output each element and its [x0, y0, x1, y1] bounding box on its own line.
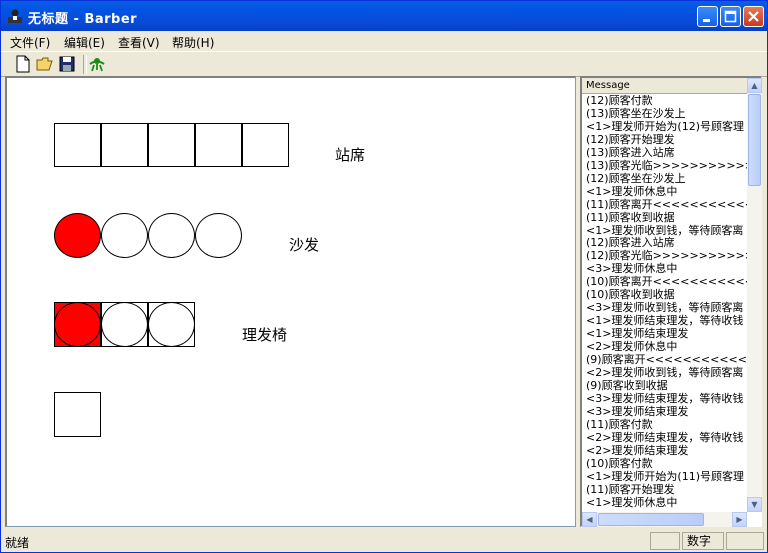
- message-line: (12)顾客坐在沙发上: [586, 171, 686, 185]
- window-title: 无标题 - Barber: [28, 12, 138, 27]
- standing-slot: [195, 123, 242, 167]
- barber-chair-label: 理发椅: [242, 326, 288, 344]
- cash-register-box: [54, 392, 101, 437]
- menu-file[interactable]: 文件(F): [10, 34, 50, 51]
- status-pane-empty: [650, 532, 680, 550]
- horizontal-scroll-thumb[interactable]: [598, 513, 704, 526]
- app-window: 无标题 - Barber 文件(F) 编辑(E) 查看(V) 帮助(H) 站席 …: [0, 0, 768, 553]
- standing-label: 站席: [335, 146, 366, 164]
- message-line: (9)顾客收到收据: [586, 378, 668, 392]
- empty-chair-seat: [101, 302, 148, 347]
- sofa-label: 沙发: [289, 236, 320, 254]
- scroll-up-icon[interactable]: ▲: [747, 78, 762, 93]
- message-line: (11)顾客付款: [586, 417, 653, 431]
- minimize-button[interactable]: [697, 6, 718, 27]
- scroll-left-icon[interactable]: ◀: [582, 512, 597, 527]
- status-num-indicator: 数字: [682, 532, 724, 550]
- message-panel: Message (12)顾客付款 (13)顾客坐在沙发上 <1>理发师开始为(12)…: [580, 76, 762, 527]
- status-bar: 就绪 数字: [1, 530, 767, 552]
- scroll-down-icon[interactable]: ▼: [747, 497, 762, 512]
- barber-app-icon: [8, 9, 22, 23]
- empty-chair-seat: [148, 302, 195, 347]
- sofa-seat-occupied: [54, 213, 101, 258]
- title-bar[interactable]: 无标题 - Barber: [1, 1, 767, 31]
- message-header: Message: [582, 78, 751, 94]
- close-icon: [748, 11, 759, 22]
- standing-slot: [54, 123, 101, 167]
- standing-slot: [148, 123, 195, 167]
- message-line: (13)顾客进入站席: [586, 145, 675, 159]
- barber-shop-canvas: 站席 沙发 理发椅: [5, 76, 576, 527]
- message-line: <2>理发师结束理发: [586, 443, 689, 457]
- menu-bar: 文件(F) 编辑(E) 查看(V) 帮助(H): [1, 31, 767, 51]
- toolbar: [1, 51, 767, 77]
- maximize-icon: [724, 10, 737, 23]
- scroll-right-icon[interactable]: ▶: [732, 512, 747, 527]
- open-folder-icon[interactable]: [36, 55, 54, 73]
- barber-chair: [101, 302, 148, 347]
- message-line: (11)顾客收到收据: [586, 210, 675, 224]
- message-list[interactable]: (12)顾客付款 (13)顾客坐在沙发上 <1>理发师开始为(12)号顾客理 (12)…: [586, 95, 748, 509]
- save-icon[interactable]: [58, 55, 76, 73]
- sofa-seat: [195, 213, 242, 258]
- standing-slot: [101, 123, 148, 167]
- minimize-icon: [703, 19, 710, 22]
- customer-in-chair: [54, 302, 101, 347]
- message-line: <3>理发师结束理发，等待收钱: [586, 391, 744, 405]
- status-text: 就绪: [5, 536, 30, 550]
- barber-chair: [148, 302, 195, 347]
- message-line: <1>理发师开始为(11)号顾客理: [586, 469, 745, 483]
- vertical-scroll-thumb[interactable]: [748, 94, 761, 186]
- toolbar-separator: [83, 55, 87, 74]
- message-line: (13)顾客坐在沙发上: [586, 106, 686, 120]
- standing-slot: [242, 123, 289, 167]
- message-line: (11)顾客离开<<<<<<<<<<<<: [586, 197, 748, 211]
- message-line: (10)顾客付款: [586, 456, 653, 470]
- message-line: <2>理发师结束理发，等待收钱: [586, 430, 744, 444]
- message-line: (12)顾客付款: [586, 95, 653, 107]
- message-line: (12)顾客开始理发: [586, 132, 675, 146]
- sofa-seat: [148, 213, 195, 258]
- message-line: (11)顾客开始理发: [586, 482, 675, 496]
- barber-run-icon[interactable]: [88, 55, 106, 73]
- horizontal-scrollbar[interactable]: ◀ ▶: [582, 512, 747, 527]
- menu-view[interactable]: 查看(V): [118, 34, 160, 51]
- barber-chair-occupied: [54, 302, 101, 347]
- menu-help[interactable]: 帮助(H): [172, 34, 214, 51]
- status-pane-empty: [726, 532, 764, 550]
- vertical-scrollbar[interactable]: ▲ ▼: [747, 78, 762, 512]
- menu-edit[interactable]: 编辑(E): [64, 34, 105, 51]
- sofa-seat: [101, 213, 148, 258]
- message-line: (13)顾客光临>>>>>>>>>>>>>: [586, 158, 748, 172]
- message-line: <1>理发师休息中: [586, 495, 678, 509]
- maximize-button[interactable]: [720, 6, 741, 27]
- close-button[interactable]: [743, 6, 764, 27]
- message-line: <3>理发师结束理发: [586, 404, 689, 418]
- message-line: <1>理发师休息中: [586, 184, 678, 198]
- message-line: <1>理发师开始为(12)号顾客理: [586, 119, 745, 133]
- new-file-icon[interactable]: [14, 55, 32, 73]
